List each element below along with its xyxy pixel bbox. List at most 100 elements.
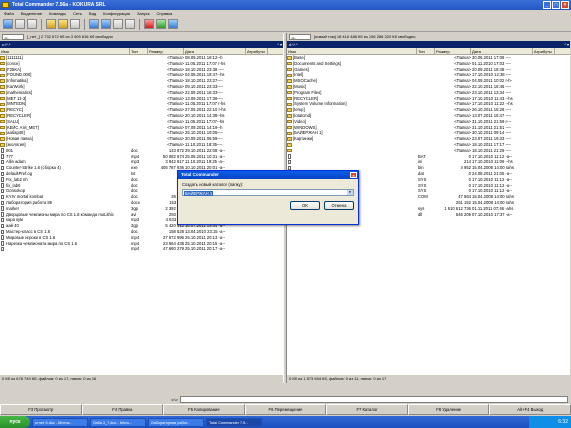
- icon-glyph: [0, 241, 5, 246]
- dialog-close-button[interactable]: ×: [350, 172, 357, 178]
- menu-item[interactable]: Команды: [49, 10, 66, 17]
- right-drivebar: -c- [новый том] 18 416 488 Кб из 156 288…: [287, 33, 570, 41]
- left-drive-info: [_нет_] 2 732 672 Кб из 3 909 816 Кб сво…: [27, 34, 113, 39]
- multirename-icon[interactable]: [113, 19, 123, 29]
- column-header[interactable]: Имя: [287, 48, 417, 54]
- window-controls: _ □ ×: [543, 1, 569, 9]
- icon-glyph: [287, 154, 292, 159]
- menu-item[interactable]: Файл: [4, 10, 14, 17]
- column-header[interactable]: Дата: [184, 48, 246, 54]
- column-header[interactable]: Тип: [130, 48, 148, 54]
- file-date: 07.10.2010 17:37 -a--: [472, 211, 513, 217]
- icon-glyph: [0, 171, 5, 177]
- dialog-prompt: Создать новый каталог (папку):: [182, 182, 244, 187]
- notepad-icon[interactable]: [156, 19, 166, 29]
- toolbar-separator: [139, 18, 140, 30]
- ftp-new-icon[interactable]: [101, 19, 111, 29]
- icon-glyph: [0, 159, 5, 165]
- icon-glyph: [0, 206, 5, 211]
- pack-icon[interactable]: [46, 19, 56, 29]
- unpack-icon[interactable]: [58, 19, 68, 29]
- icon-glyph: [0, 229, 5, 235]
- fkey-button[interactable]: F7 Каталог: [326, 404, 408, 415]
- folder-name-value: БАЙЕРЖАН 1: [184, 190, 214, 196]
- column-header[interactable]: Атрибуты: [533, 48, 555, 54]
- column-header[interactable]: Размер: [435, 48, 471, 54]
- menu-item[interactable]: Справка: [157, 10, 173, 17]
- taskbar-task[interactable]: Лабораторная работ...: [148, 417, 204, 427]
- dialog-titlebar[interactable]: Total Commander ×: [178, 171, 358, 179]
- icon-glyph: [0, 217, 5, 223]
- fkey-button[interactable]: F3 Просмотр: [0, 404, 82, 415]
- icon-glyph: [0, 200, 5, 206]
- menu-item[interactable]: Выделение: [21, 10, 42, 17]
- fkey-button[interactable]: Alt+F4 Выход: [489, 404, 571, 415]
- file-date: 25.10.2011 20:17 -a--: [185, 246, 225, 252]
- full-view-icon[interactable]: [27, 19, 37, 29]
- close-button[interactable]: ×: [561, 1, 569, 9]
- right-path: d:\*.* * ▾: [287, 41, 570, 48]
- fkey-button[interactable]: F6 Перемещение: [244, 404, 327, 415]
- function-key-bar: F3 Просмотр F4 Правка F5 Копирование F6 Пер…: [0, 404, 571, 415]
- column-header[interactable]: Тип: [417, 48, 435, 54]
- icon-glyph: [0, 148, 5, 153]
- left-column-headers: Имя Тип Размер Дата Атрибуты: [0, 48, 283, 55]
- start-button[interactable]: пуск: [0, 416, 30, 428]
- clock: 6:32: [558, 419, 568, 425]
- icon-glyph: [0, 235, 5, 240]
- dialog-buttons: OK Отмена: [178, 196, 358, 210]
- ok-button[interactable]: OK: [290, 201, 320, 210]
- icon-glyph: [287, 159, 292, 165]
- icon-glyph: [0, 223, 5, 229]
- right-history-icon[interactable]: * ▾: [564, 41, 569, 48]
- toolbar: [0, 17, 571, 32]
- menu-item[interactable]: Запуск: [137, 10, 150, 17]
- file-ext: dll: [418, 211, 423, 217]
- cancel-button[interactable]: Отмена: [324, 201, 354, 210]
- window-titlebar[interactable]: Total Commander 7.56a - KOKURA SRL _ □ ×: [0, 0, 571, 10]
- new-folder-dialog: Total Commander × Создать новый каталог …: [177, 170, 359, 225]
- left-drivebar: -c- [_нет_] 2 732 672 Кб из 3 909 816 Кб…: [0, 33, 283, 41]
- chevron-down-icon[interactable]: ▼: [347, 190, 353, 195]
- folder-name-input[interactable]: БАЙЕРЖАН 1 ▼: [182, 189, 354, 196]
- fkey-button[interactable]: F8 Удаление: [407, 404, 490, 415]
- fkey-button[interactable]: F4 Правка: [81, 404, 164, 415]
- command-input[interactable]: [180, 395, 568, 403]
- right-path-text: d:\*.*: [289, 42, 298, 47]
- fkey-button[interactable]: F5 Копирование: [163, 404, 245, 415]
- brief-view-icon[interactable]: [15, 19, 25, 29]
- sync-dirs-icon[interactable]: [125, 19, 135, 29]
- window-title: Total Commander 7.56a - KOKURA SRL: [12, 2, 106, 8]
- icon-glyph: [0, 165, 5, 171]
- minimize-button[interactable]: _: [543, 1, 551, 9]
- column-header[interactable]: Имя: [0, 48, 130, 54]
- dialog-title: Total Commander: [181, 172, 219, 177]
- menu-item[interactable]: Сеть: [73, 10, 82, 17]
- left-status: 0 Кб из 678 749 Кб, файлов: 0 из 17, пап…: [0, 375, 283, 383]
- file-row[interactable]: mp4 47 660 279 25.10.2011 20:17 -a--: [0, 246, 283, 252]
- stop-icon[interactable]: [144, 19, 154, 29]
- app-icon: [2, 2, 9, 8]
- toolbar-separator: [84, 18, 85, 30]
- left-history-icon[interactable]: * ▾: [277, 41, 282, 48]
- column-header[interactable]: Дата: [471, 48, 533, 54]
- left-drive-select[interactable]: -c-: [2, 34, 24, 40]
- menu-item[interactable]: Конфигурация: [103, 10, 130, 17]
- taskbar-task[interactable]: отчет 5.doc - Micros...: [32, 417, 88, 427]
- menu-item[interactable]: Вид: [89, 10, 96, 17]
- column-header[interactable]: Размер: [148, 48, 184, 54]
- right-drive-select[interactable]: -c-: [289, 34, 311, 40]
- refresh-icon[interactable]: [3, 19, 13, 29]
- file-size: 546 205: [455, 211, 471, 217]
- taskbar-task[interactable]: Лаба 3_7.doc - Micro...: [90, 417, 146, 427]
- find-icon[interactable]: [70, 19, 80, 29]
- ftp-connect-icon[interactable]: [89, 19, 99, 29]
- taskbar-task[interactable]: Total Commander 7.5...: [206, 417, 262, 427]
- right-status: 0 Кб из 1 573 694 Кб, файлов: 0 из 11, п…: [287, 375, 570, 383]
- icon-glyph: [0, 194, 5, 200]
- left-path: c:\*.* * ▾: [0, 41, 283, 48]
- maximize-button[interactable]: □: [552, 1, 560, 9]
- column-header[interactable]: Атрибуты: [246, 48, 268, 54]
- icon-glyph: [0, 183, 5, 188]
- help-icon[interactable]: [168, 19, 178, 29]
